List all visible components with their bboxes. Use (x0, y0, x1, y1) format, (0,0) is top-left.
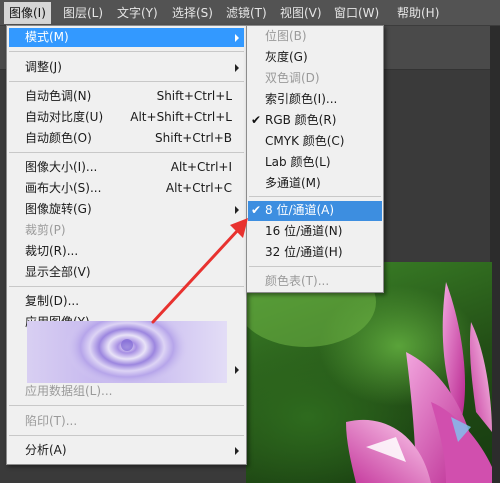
annotation-arrow-icon (151, 218, 248, 324)
